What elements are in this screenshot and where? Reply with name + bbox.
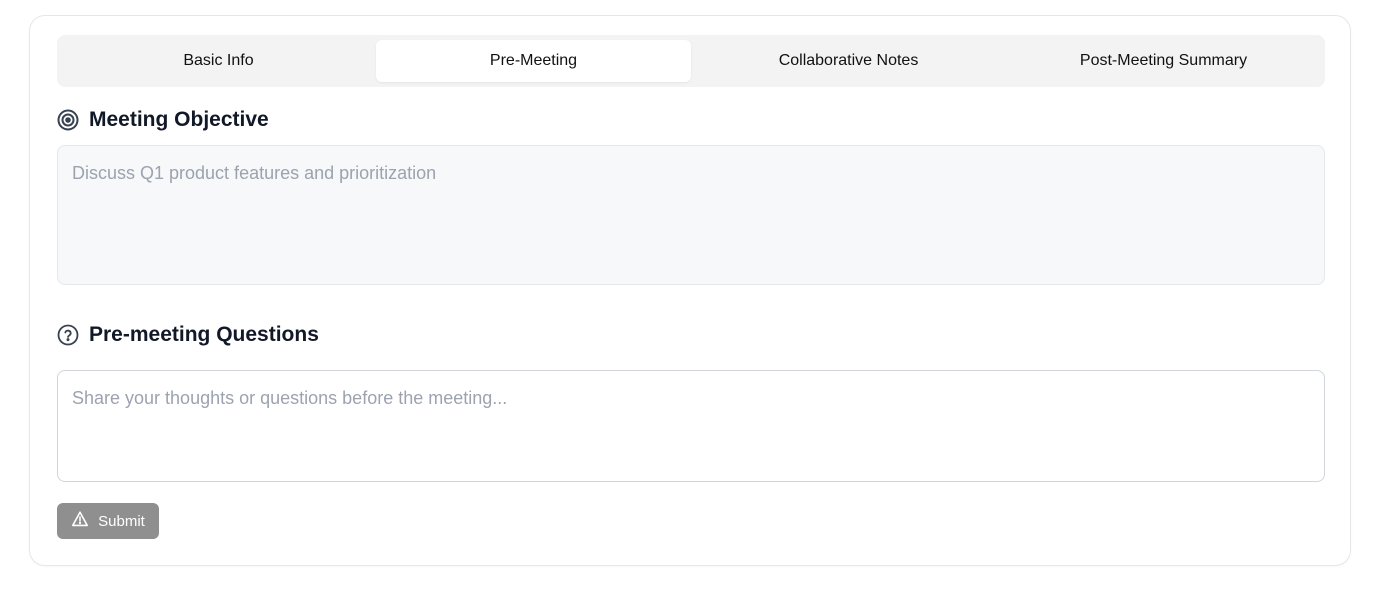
pre-meeting-card: Basic Info Pre-Meeting Collaborative Not… (29, 15, 1351, 566)
submit-button[interactable]: Submit (57, 503, 159, 539)
meeting-objective-title: Meeting Objective (89, 108, 269, 131)
help-circle-icon (57, 324, 79, 346)
pre-meeting-questions-heading: Pre-meeting Questions (57, 323, 319, 347)
tab-post-meeting-summary[interactable]: Post-Meeting Summary (1006, 40, 1321, 82)
tab-pre-meeting[interactable]: Pre-Meeting (376, 40, 691, 82)
meeting-objective-text: Discuss Q1 product features and prioriti… (57, 145, 1325, 285)
pre-meeting-questions-input[interactable] (57, 370, 1325, 482)
tab-bar: Basic Info Pre-Meeting Collaborative Not… (57, 35, 1325, 87)
meeting-objective-heading: Meeting Objective (57, 108, 269, 132)
target-icon (57, 109, 79, 131)
pre-meeting-questions-title: Pre-meeting Questions (89, 323, 319, 346)
submit-label: Submit (98, 512, 145, 530)
tab-collaborative-notes[interactable]: Collaborative Notes (691, 40, 1006, 82)
warning-triangle-icon (71, 510, 89, 532)
tab-basic-info[interactable]: Basic Info (61, 40, 376, 82)
